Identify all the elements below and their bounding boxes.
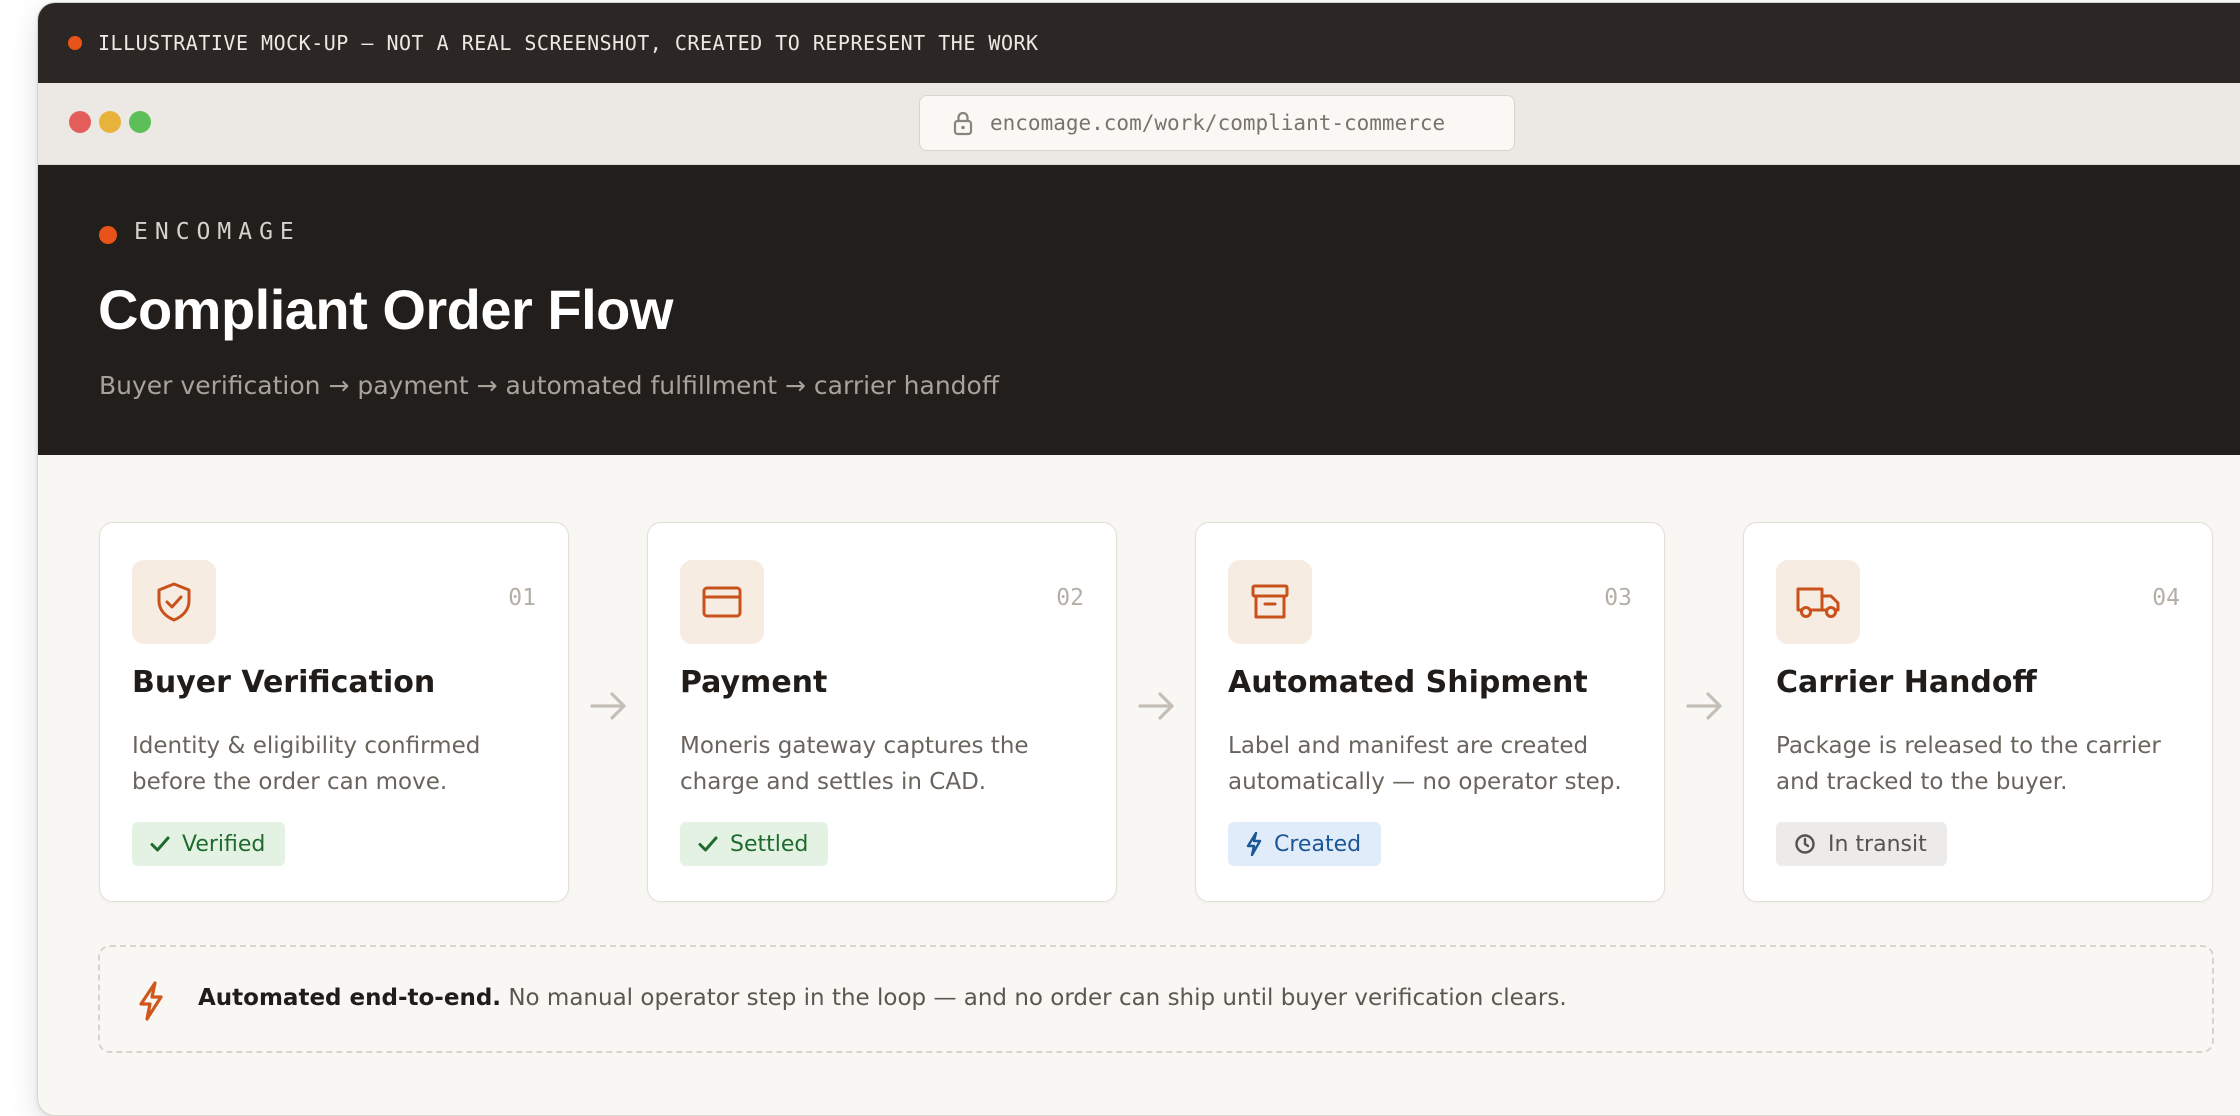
status-badge-label: In transit — [1828, 831, 1927, 857]
step-title: Payment — [680, 665, 828, 700]
note-text: Automated end-to-end. No manual operator… — [198, 985, 1567, 1011]
step-card-buyer-verification: 01 Buyer Verification Identity & eligibi… — [99, 522, 569, 902]
browser-window: ILLUSTRATIVE MOCK-UP — NOT A REAL SCREEN… — [37, 2, 2240, 1116]
step-description: Label and manifest are created automatica… — [1228, 728, 1638, 800]
check-icon — [150, 836, 170, 852]
step-description-line: automatically — no operator step. — [1228, 769, 1622, 795]
banner-text: ILLUSTRATIVE MOCK-UP — NOT A REAL SCREEN… — [98, 31, 1039, 55]
lock-icon — [952, 110, 974, 140]
lightning-icon — [136, 981, 166, 1025]
page-subtitle: Buyer verification → payment → automated… — [99, 371, 1000, 400]
step-number: 02 — [1056, 585, 1084, 611]
brand-name: ENCOMAGE — [134, 219, 301, 245]
truck-icon — [1776, 560, 1860, 644]
step-description-line: Moneris gateway captures the — [680, 733, 1029, 759]
note-strong: Automated end-to-end. — [198, 985, 502, 1011]
step-description-line: charge and settles in CAD. — [680, 769, 987, 795]
brand-dot — [99, 226, 117, 244]
shield-check-icon — [132, 560, 216, 644]
status-badge-label: Settled — [730, 831, 809, 857]
step-description: Package is released to the carrier and tr… — [1776, 728, 2186, 800]
banner-dot — [68, 36, 82, 50]
step-description: Moneris gateway captures the charge and s… — [680, 728, 1090, 800]
step-card-payment: 02 Payment Moneris gateway captures the c… — [647, 522, 1117, 902]
note-body: No manual operator step in the loop — an… — [501, 985, 1567, 1011]
status-badge: Verified — [132, 822, 286, 866]
lightning-icon — [1246, 832, 1262, 856]
maximize-window-button[interactable] — [129, 111, 151, 133]
step-number: 04 — [2152, 585, 2180, 611]
step-card-automated-shipment: 03 Automated Shipment Label and manifest… — [1195, 522, 1665, 902]
step-description-line: Package is released to the carrier — [1776, 733, 2161, 759]
step-number: 03 — [1604, 585, 1632, 611]
automation-note: Automated end-to-end. No manual operator… — [98, 945, 2214, 1053]
step-title: Automated Shipment — [1228, 665, 1588, 700]
step-description-line: and tracked to the buyer. — [1776, 769, 2068, 795]
hero-header: ENCOMAGE Compliant Order Flow Buyer veri… — [38, 165, 2240, 455]
address-bar[interactable]: encomage.com/work/compliant-commerce — [919, 95, 1515, 151]
status-badge: Created — [1228, 822, 1382, 866]
step-title: Buyer Verification — [132, 665, 436, 700]
status-badge-label: Verified — [182, 831, 266, 857]
step-card-carrier-handoff: 04 Carrier Handoff Package is released t… — [1743, 522, 2213, 902]
close-window-button[interactable] — [69, 111, 91, 133]
arrow-right-icon — [588, 688, 630, 728]
step-description-line: before the order can move. — [132, 769, 448, 795]
page-title: Compliant Order Flow — [98, 278, 673, 341]
mockup-banner: ILLUSTRATIVE MOCK-UP — NOT A REAL SCREEN… — [38, 3, 2240, 83]
credit-card-icon — [680, 560, 764, 644]
clock-icon — [1795, 834, 1815, 854]
browser-toolbar: encomage.com/work/compliant-commerce — [38, 83, 2240, 165]
status-badge: Settled — [680, 822, 829, 866]
step-description-line: Label and manifest are created — [1228, 733, 1589, 759]
archive-box-icon — [1228, 560, 1312, 644]
step-number: 01 — [508, 585, 536, 611]
step-title: Carrier Handoff — [1776, 665, 2037, 700]
step-description: Identity & eligibility confirmed before t… — [132, 728, 542, 800]
step-description-line: Identity & eligibility confirmed — [132, 733, 481, 759]
check-icon — [698, 836, 718, 852]
arrow-right-icon — [1136, 688, 1178, 728]
url-text: encomage.com/work/compliant-commerce — [990, 111, 1446, 135]
status-badge-label: Created — [1274, 831, 1362, 857]
minimize-window-button[interactable] — [99, 111, 121, 133]
arrow-right-icon — [1684, 688, 1726, 728]
status-badge: In transit — [1776, 822, 1947, 866]
